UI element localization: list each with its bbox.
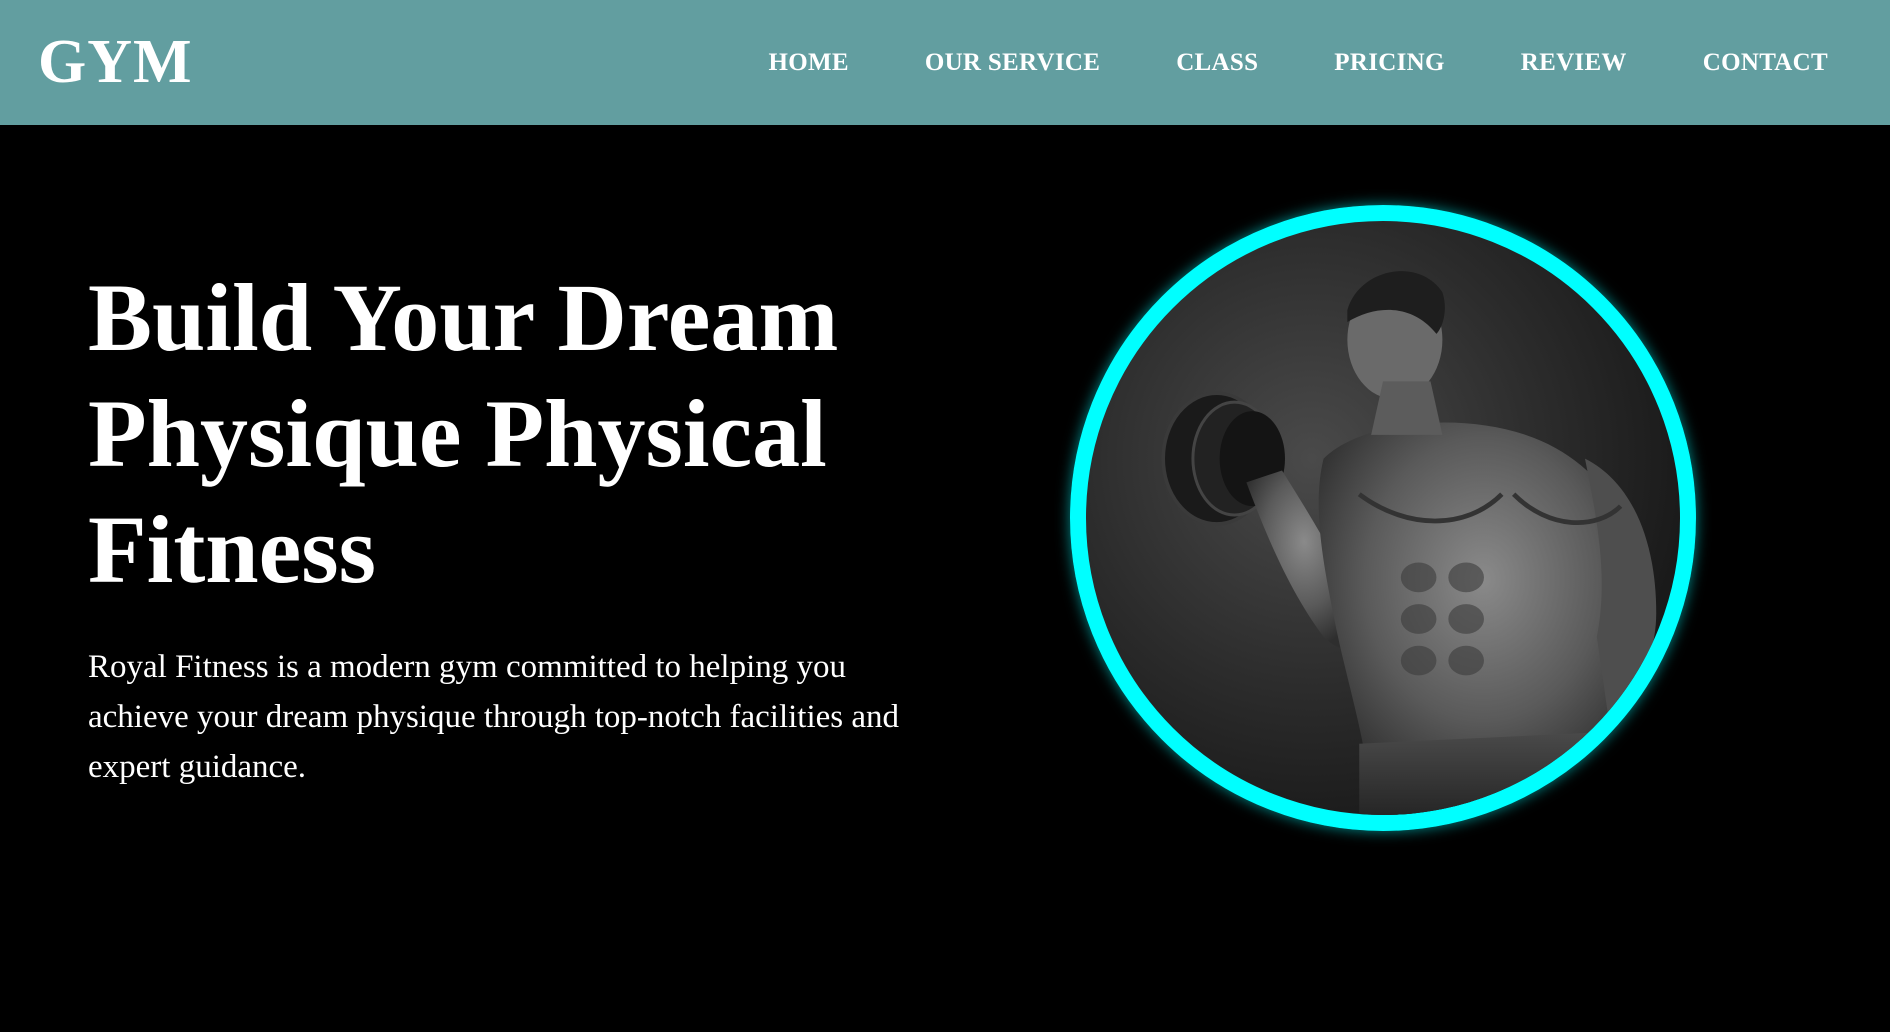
nav-item-home: HOME [768, 49, 848, 77]
nav-item-contact: CONTACT [1703, 49, 1828, 77]
navbar: GYM HOME OUR SERVICE CLASS PRICING REVIE… [0, 0, 1890, 125]
nav-link-class[interactable]: CLASS [1176, 49, 1258, 76]
hero-section: Build Your Dream Physique Physical Fitne… [0, 125, 1890, 1032]
nav-link-review[interactable]: REVIEW [1521, 49, 1627, 76]
nav-link-pricing[interactable]: PRICING [1334, 49, 1444, 76]
nav-item-pricing: PRICING [1334, 49, 1444, 77]
nav-link-our-service[interactable]: OUR SERVICE [925, 49, 1100, 76]
hero-title-line-2: Physique Physical [88, 380, 827, 487]
nav-menu: HOME OUR SERVICE CLASS PRICING REVIEW CO… [768, 49, 1828, 77]
logo[interactable]: GYM [38, 27, 193, 98]
bodybuilder-illustration [1161, 271, 1657, 815]
nav-item-class: CLASS [1176, 49, 1258, 77]
nav-item-review: REVIEW [1521, 49, 1627, 77]
hero-text: Build Your Dream Physique Physical Fitne… [88, 260, 928, 792]
nav-link-contact[interactable]: CONTACT [1703, 49, 1828, 76]
hero-image [1070, 205, 1696, 831]
nav-item-our-service: OUR SERVICE [925, 49, 1100, 77]
hero-title: Build Your Dream Physique Physical Fitne… [88, 260, 928, 608]
hero-title-line-3: Fitness [88, 496, 376, 603]
nav-link-home[interactable]: HOME [768, 49, 848, 76]
hero-description: Royal Fitness is a modern gym committed … [88, 649, 899, 785]
hero-title-line-1: Build Your Dream [88, 264, 839, 371]
